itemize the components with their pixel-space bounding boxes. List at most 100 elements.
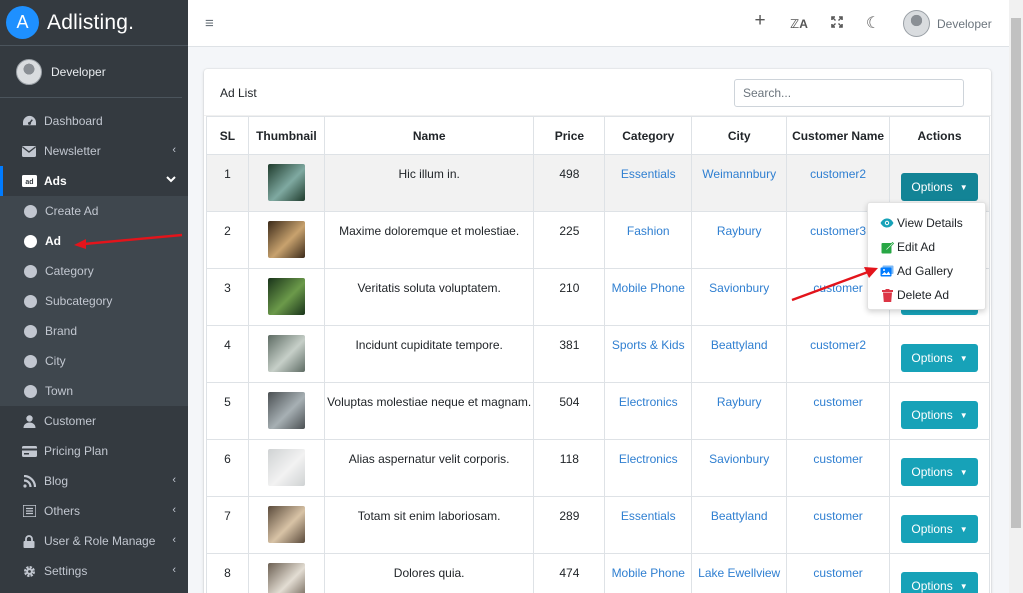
options-button[interactable]: Options ▼ bbox=[901, 458, 978, 486]
menu-item-label: Delete Ad bbox=[897, 288, 950, 302]
sidebar-item-label: Subcategory bbox=[45, 294, 113, 308]
sidebar-item-ads[interactable]: ad Ads bbox=[0, 166, 188, 196]
options-button[interactable]: Options ▼ bbox=[901, 515, 978, 543]
city-link[interactable]: Savionbury bbox=[691, 268, 788, 326]
hamburger-icon[interactable]: ≡ bbox=[205, 15, 214, 32]
tachometer-icon bbox=[21, 114, 37, 128]
category-link[interactable]: Fashion bbox=[604, 211, 693, 269]
column-header[interactable]: Thumbnail bbox=[247, 116, 325, 155]
column-header[interactable]: City bbox=[691, 116, 788, 155]
thumbnail-cell bbox=[247, 496, 325, 554]
expand-icon[interactable] bbox=[828, 16, 846, 31]
sl-cell: 6 bbox=[206, 439, 249, 497]
customer-link[interactable]: customer bbox=[786, 496, 891, 554]
scrollbar-thumb[interactable] bbox=[1011, 18, 1021, 528]
city-link[interactable]: Raybury bbox=[691, 382, 788, 440]
sidebar-item-label: Customer bbox=[44, 414, 97, 428]
category-link[interactable]: Mobile Phone bbox=[604, 553, 693, 593]
options-button[interactable]: Options ▼ bbox=[901, 401, 978, 429]
customer-link[interactable]: customer bbox=[786, 439, 891, 497]
customer-link[interactable]: customer2 bbox=[786, 325, 891, 383]
ad-thumbnail-image[interactable] bbox=[267, 335, 305, 372]
ad-table: SL Thumbnail Name Price Category City Cu… bbox=[206, 116, 990, 593]
translate-icon[interactable]: ℤA bbox=[790, 17, 808, 31]
plus-icon[interactable]: + bbox=[751, 10, 769, 32]
city-link[interactable]: Beattyland bbox=[691, 496, 788, 554]
sidebar-item-town[interactable]: Town bbox=[0, 376, 188, 406]
sidebar-item-customer[interactable]: Customer bbox=[0, 406, 188, 436]
city-link[interactable]: Raybury bbox=[691, 211, 788, 269]
column-header[interactable]: Customer Name bbox=[786, 116, 891, 155]
sidebar-item-pricing-plan[interactable]: Pricing Plan bbox=[0, 436, 188, 466]
options-button[interactable]: Options ▼ bbox=[901, 173, 978, 201]
ad-thumbnail-image[interactable] bbox=[267, 506, 305, 543]
circle-icon bbox=[24, 324, 37, 338]
ad-thumbnail-image[interactable] bbox=[267, 392, 305, 429]
category-link[interactable]: Sports & Kids bbox=[604, 325, 693, 383]
sidebar-item-settings[interactable]: Settings ‹ bbox=[0, 556, 188, 586]
customer-link[interactable]: customer bbox=[786, 382, 891, 440]
ad-thumbnail-image[interactable] bbox=[267, 563, 305, 593]
sidebar-item-label: Town bbox=[45, 384, 74, 398]
ad-gallery-menu-item[interactable]: Ad Gallery bbox=[868, 259, 985, 283]
city-link[interactable]: Beattyland bbox=[691, 325, 788, 383]
sidebar-item-label: Create Ad bbox=[45, 204, 99, 218]
sidebar-user-panel[interactable]: Developer bbox=[0, 46, 182, 98]
column-header[interactable]: Category bbox=[604, 116, 693, 155]
sl-cell: 5 bbox=[206, 382, 249, 440]
edit-ad-menu-item[interactable]: Edit Ad bbox=[868, 235, 985, 259]
thumbnail-cell bbox=[247, 382, 325, 440]
view-details-menu-item[interactable]: View Details bbox=[868, 211, 985, 235]
moon-icon[interactable]: ☾ bbox=[864, 13, 882, 33]
sidebar-item-newsletter[interactable]: Newsletter ‹ bbox=[0, 136, 188, 166]
card-title: Ad List bbox=[220, 86, 257, 100]
category-link[interactable]: Mobile Phone bbox=[604, 268, 693, 326]
sidebar-item-dashboard[interactable]: Dashboard bbox=[0, 106, 188, 136]
category-link[interactable]: Essentials bbox=[604, 154, 693, 212]
sidebar-item-subcategory[interactable]: Subcategory bbox=[0, 286, 188, 316]
ad-thumbnail-image[interactable] bbox=[267, 449, 305, 486]
sl-cell: 8 bbox=[206, 553, 249, 593]
sidebar-item-label: User & Role Manage bbox=[44, 534, 156, 548]
sidebar-item-label: Ads bbox=[44, 174, 67, 188]
category-link[interactable]: Electronics bbox=[604, 439, 693, 497]
vertical-scrollbar[interactable] bbox=[1009, 0, 1023, 593]
list-icon bbox=[21, 504, 37, 518]
ad-thumbnail-image[interactable] bbox=[267, 278, 305, 315]
table-row: 8 Dolores quia. 474 Mobile Phone Lake Ewellv… bbox=[206, 553, 990, 593]
table-header-row: SL Thumbnail Name Price Category City Cu… bbox=[206, 116, 990, 155]
city-link[interactable]: Lake Ewellview bbox=[691, 553, 788, 593]
menu-item-label: Ad Gallery bbox=[897, 264, 954, 278]
city-link[interactable]: Savionbury bbox=[691, 439, 788, 497]
ad-thumbnail-image[interactable] bbox=[267, 221, 305, 258]
name-cell: Totam sit enim laboriosam. bbox=[323, 496, 535, 554]
brand-link[interactable]: A Adlisting. bbox=[0, 0, 188, 46]
sidebar-item-create-ad[interactable]: Create Ad bbox=[0, 196, 188, 226]
customer-link[interactable]: customer bbox=[786, 553, 891, 593]
sidebar-item-user-role-manage[interactable]: User & Role Manage ‹ bbox=[0, 526, 188, 556]
category-link[interactable]: Electronics bbox=[604, 382, 693, 440]
sidebar-item-city[interactable]: City bbox=[0, 346, 188, 376]
sidebar-item-brand[interactable]: Brand bbox=[0, 316, 188, 346]
sidebar-item-blog[interactable]: Blog ‹ bbox=[0, 466, 188, 496]
price-cell: 504 bbox=[533, 382, 606, 440]
column-header[interactable]: SL bbox=[206, 116, 249, 155]
circle-icon bbox=[24, 264, 37, 278]
column-header[interactable]: Name bbox=[323, 116, 535, 155]
sidebar-item-category[interactable]: Category bbox=[0, 256, 188, 286]
city-link[interactable]: Weimannbury bbox=[691, 154, 788, 212]
navbar-user-menu[interactable]: Developer bbox=[903, 10, 992, 37]
ad-thumbnail-image[interactable] bbox=[267, 164, 305, 201]
thumbnail-cell bbox=[247, 268, 325, 326]
options-button[interactable]: Options ▼ bbox=[901, 572, 978, 593]
category-link[interactable]: Essentials bbox=[604, 496, 693, 554]
options-button[interactable]: Options ▼ bbox=[901, 344, 978, 372]
sidebar-item-others[interactable]: Others ‹ bbox=[0, 496, 188, 526]
delete-ad-menu-item[interactable]: Delete Ad bbox=[868, 283, 985, 307]
sl-cell: 1 bbox=[206, 154, 249, 212]
column-header[interactable]: Price bbox=[533, 116, 606, 155]
name-cell: Voluptas molestiae neque et magnam. bbox=[323, 382, 535, 440]
search-input[interactable] bbox=[734, 79, 964, 107]
ad-icon: ad bbox=[21, 174, 37, 188]
sl-cell: 4 bbox=[206, 325, 249, 383]
